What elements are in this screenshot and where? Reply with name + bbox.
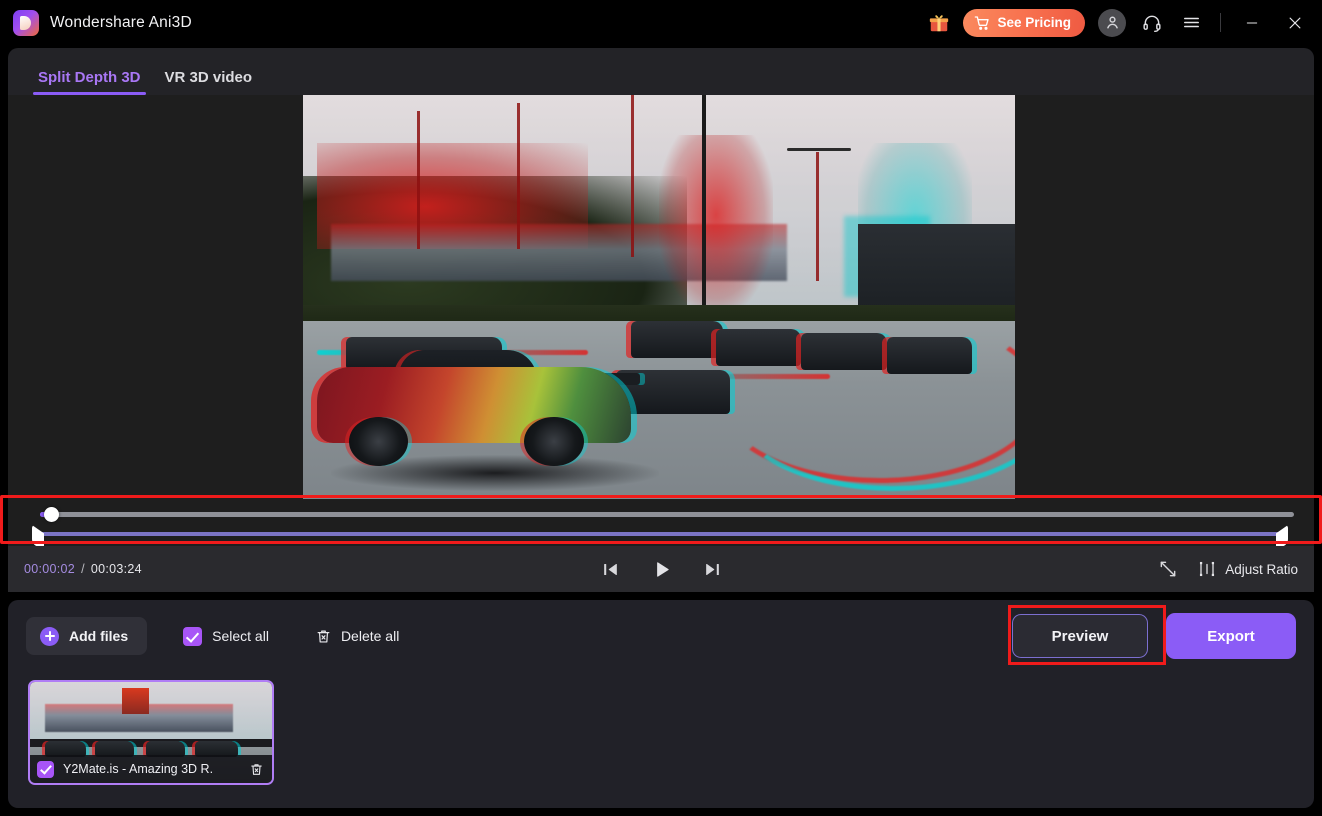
- transport-bar: 00:00:02/00:03:24 Adjust Ratio: [8, 546, 1314, 592]
- scene-street-lamp: [787, 147, 852, 151]
- scene-background-car-4: [886, 337, 973, 374]
- next-frame-icon[interactable]: [700, 557, 724, 581]
- timeline: [8, 499, 1314, 547]
- gift-icon[interactable]: [928, 12, 950, 34]
- add-files-label: Add files: [69, 628, 129, 644]
- brand: Wondershare Ani3D: [0, 9, 192, 36]
- title-bar: Wondershare Ani3D See Pricing: [0, 0, 1322, 45]
- see-pricing-label: See Pricing: [997, 15, 1071, 30]
- select-all-label: Select all: [212, 628, 269, 644]
- scene-pole-4: [815, 151, 819, 281]
- trim-range-bar[interactable]: [40, 532, 1280, 536]
- file-list: Y2Mate.is - Amazing 3D R.: [28, 680, 274, 785]
- transport-controls: [8, 557, 1314, 581]
- progress-track[interactable]: [40, 512, 1294, 517]
- app-window: Wondershare Ani3D See Pricing Split Dept…: [0, 0, 1322, 816]
- tab-vr-3d-video[interactable]: VR 3D video: [153, 69, 265, 95]
- hamburger-menu-icon[interactable]: [1178, 10, 1204, 36]
- scene-pole-1: [416, 111, 420, 249]
- delete-all-button[interactable]: Delete all: [315, 628, 399, 645]
- titlebar-divider: [1220, 13, 1221, 32]
- title-bar-actions: See Pricing: [928, 8, 1322, 38]
- file-select-checkbox[interactable]: [37, 760, 54, 778]
- video-player: 00:00:02/00:03:24 Adjust Ratio: [8, 95, 1314, 592]
- player-letterbox-right: [1015, 95, 1314, 499]
- trim-end-handle[interactable]: [1276, 525, 1288, 547]
- app-title: Wondershare Ani3D: [50, 13, 192, 31]
- see-pricing-button[interactable]: See Pricing: [963, 8, 1085, 37]
- scene-background-car-2: [715, 329, 802, 366]
- add-files-button[interactable]: Add files: [26, 617, 148, 655]
- select-all-button[interactable]: Select all: [183, 626, 269, 646]
- trim-start-handle[interactable]: [32, 525, 44, 547]
- file-name: Y2Mate.is - Amazing 3D R.: [63, 762, 214, 776]
- export-button[interactable]: Export: [1166, 613, 1296, 659]
- scene-pole-3: [630, 95, 634, 257]
- scene-pole-2: [516, 103, 520, 249]
- scene-building: [858, 224, 1015, 314]
- trash-icon: [315, 628, 332, 645]
- scene-background-car-3: [801, 333, 887, 370]
- scene-tree-red: [659, 135, 773, 314]
- plus-circle-icon: [40, 626, 59, 646]
- tab-split-depth-3d[interactable]: Split Depth 3D: [26, 69, 153, 95]
- scene-hero-car-wheel-rear: [523, 416, 584, 467]
- playhead-knob[interactable]: [44, 507, 59, 522]
- tab-bar: Split Depth 3D VR 3D video: [8, 48, 1314, 95]
- wondershare-logo-icon: [13, 9, 39, 36]
- preview-button[interactable]: Preview: [1012, 614, 1148, 658]
- progress-slider[interactable]: [22, 506, 1300, 522]
- headset-support-icon[interactable]: [1139, 10, 1165, 36]
- previous-frame-icon[interactable]: [598, 557, 622, 581]
- thumb-tower: [121, 688, 149, 715]
- scene-hero-car: [317, 329, 640, 474]
- player-letterbox-left: [8, 95, 303, 499]
- file-item-bar: Y2Mate.is - Amazing 3D R.: [30, 755, 272, 783]
- trim-slider[interactable]: [22, 525, 1300, 547]
- delete-file-icon[interactable]: [249, 761, 265, 777]
- select-all-checkbox[interactable]: [183, 626, 203, 646]
- close-icon[interactable]: [1280, 8, 1310, 38]
- scene-hero-car-wheel-front: [348, 416, 409, 467]
- play-icon[interactable]: [649, 557, 673, 581]
- list-item[interactable]: Y2Mate.is - Amazing 3D R.: [28, 680, 274, 785]
- file-panel: Add files Select all Delete all Preview …: [8, 600, 1314, 808]
- user-account-icon[interactable]: [1098, 8, 1126, 37]
- delete-all-label: Delete all: [340, 628, 400, 644]
- file-toolbar: Add files Select all Delete all Preview …: [8, 600, 1314, 672]
- minimize-icon[interactable]: [1237, 8, 1267, 38]
- primary-actions: Preview Export: [1012, 613, 1296, 659]
- scene-background-car-1: [630, 321, 724, 358]
- video-preview[interactable]: [303, 95, 1015, 499]
- cart-icon: [974, 15, 990, 31]
- scene-pole-dark: [701, 95, 706, 306]
